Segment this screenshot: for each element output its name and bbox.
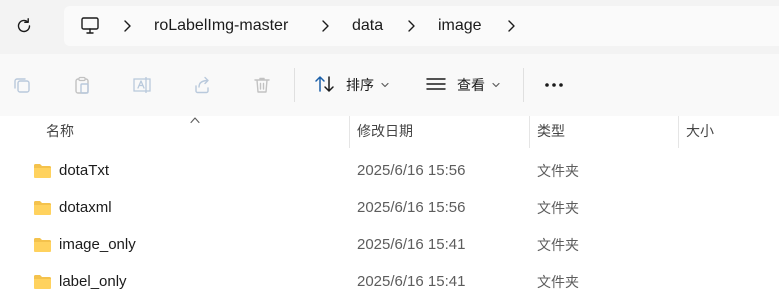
sort-icon bbox=[314, 74, 336, 97]
list-item[interactable]: image_only 2025/6/16 15:41 文件夹 bbox=[0, 227, 779, 263]
delete-icon[interactable] bbox=[250, 73, 274, 97]
column-header-type[interactable]: 类型 bbox=[531, 116, 565, 148]
file-name[interactable]: image_only bbox=[59, 227, 136, 263]
file-type: 文件夹 bbox=[537, 274, 579, 290]
this-pc-icon[interactable] bbox=[79, 15, 101, 37]
column-header-date[interactable]: 修改日期 bbox=[351, 116, 413, 148]
file-date: 2025/6/16 15:56 bbox=[357, 199, 466, 216]
refresh-icon[interactable] bbox=[13, 15, 35, 37]
breadcrumb-item-image[interactable]: image bbox=[438, 6, 482, 46]
chevron-right-icon[interactable] bbox=[504, 19, 518, 33]
sort-label: 排序 bbox=[346, 77, 374, 93]
rename-icon[interactable] bbox=[130, 73, 154, 97]
sort-ascending-icon bbox=[190, 117, 200, 124]
file-date: 2025/6/16 15:41 bbox=[357, 236, 466, 253]
folder-icon bbox=[34, 201, 51, 215]
folder-icon bbox=[34, 238, 51, 252]
view-list-icon bbox=[425, 74, 447, 97]
file-type: 文件夹 bbox=[537, 163, 579, 179]
address-bar[interactable]: roLabelImg-master data image bbox=[64, 6, 779, 46]
chevron-down-icon bbox=[380, 77, 390, 93]
column-header-row: 名称 修改日期 类型 大小 bbox=[0, 116, 779, 148]
file-name[interactable]: dotaTxt bbox=[59, 153, 109, 189]
column-divider[interactable] bbox=[529, 116, 530, 148]
file-type: 文件夹 bbox=[537, 237, 579, 253]
breadcrumb-item-rolabelimg-master[interactable]: roLabelImg-master bbox=[154, 6, 288, 46]
column-divider[interactable] bbox=[678, 116, 679, 148]
file-name[interactable]: dotaxml bbox=[59, 190, 112, 226]
column-header-size[interactable]: 大小 bbox=[680, 116, 714, 148]
paste-icon[interactable] bbox=[70, 73, 94, 97]
chevron-right-icon[interactable] bbox=[318, 19, 332, 33]
list-item[interactable]: dotaTxt 2025/6/16 15:56 文件夹 bbox=[0, 153, 779, 189]
folder-icon bbox=[34, 275, 51, 289]
chevron-right-icon[interactable] bbox=[120, 19, 134, 33]
chevron-down-icon bbox=[491, 77, 501, 93]
column-header-name[interactable]: 名称 bbox=[40, 116, 74, 148]
breadcrumb-item-data[interactable]: data bbox=[352, 6, 383, 46]
sort-button[interactable]: 排序 bbox=[314, 71, 390, 99]
copy-icon[interactable] bbox=[10, 73, 34, 97]
chevron-right-icon[interactable] bbox=[404, 19, 418, 33]
more-options-icon[interactable] bbox=[542, 73, 566, 97]
view-button[interactable]: 查看 bbox=[425, 71, 501, 99]
share-icon[interactable] bbox=[190, 73, 214, 97]
toolbar-divider bbox=[294, 68, 295, 102]
column-divider[interactable] bbox=[349, 116, 350, 148]
file-type: 文件夹 bbox=[537, 200, 579, 216]
command-bar: 排序 查看 bbox=[0, 54, 779, 116]
view-label: 查看 bbox=[457, 77, 485, 93]
folder-icon bbox=[34, 164, 51, 178]
toolbar-divider bbox=[523, 68, 524, 102]
file-name[interactable]: label_only bbox=[59, 264, 127, 300]
file-date: 2025/6/16 15:41 bbox=[357, 273, 466, 290]
file-date: 2025/6/16 15:56 bbox=[357, 162, 466, 179]
list-item[interactable]: label_only 2025/6/16 15:41 文件夹 bbox=[0, 264, 779, 300]
list-item[interactable]: dotaxml 2025/6/16 15:56 文件夹 bbox=[0, 190, 779, 226]
address-bar-row: roLabelImg-master data image bbox=[0, 0, 779, 54]
